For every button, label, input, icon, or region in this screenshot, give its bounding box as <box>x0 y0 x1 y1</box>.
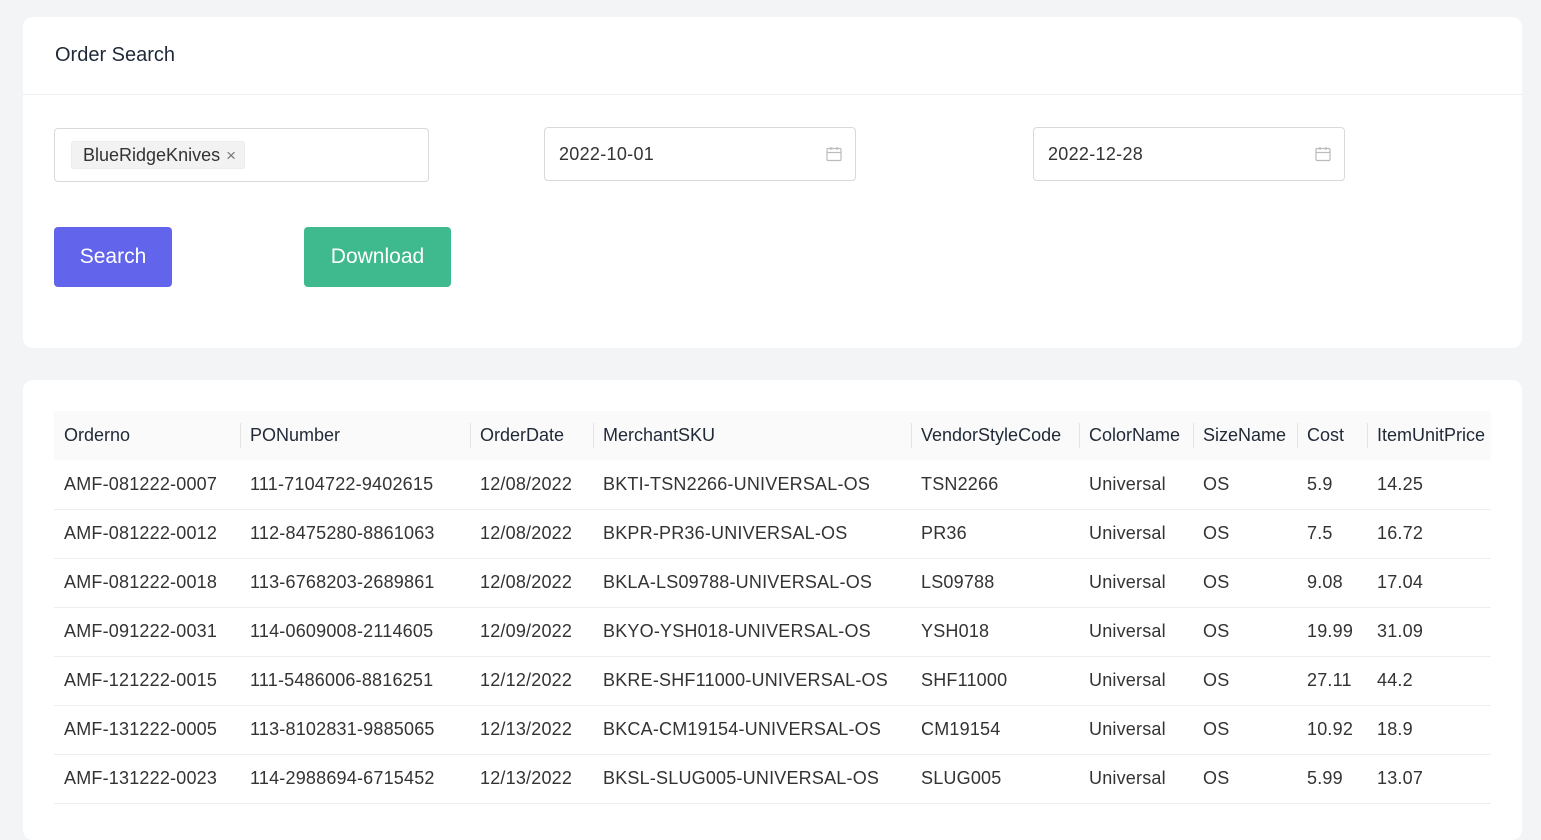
table-cell-orderdate: 12/08/2022 <box>480 572 573 592</box>
table-cell-cost: 5.99 <box>1307 768 1343 788</box>
column-header-orderno[interactable]: Orderno <box>54 411 240 460</box>
column-header-merchantsku[interactable]: MerchantSKU <box>593 411 911 460</box>
table-cell-sizename: OS <box>1203 473 1230 494</box>
column-header-vendorstylecode[interactable]: VendorStyleCode <box>911 411 1079 460</box>
table-cell-vendorstylecode: SHF11000 <box>921 670 1008 690</box>
table-cell-itemunitprice: 14.25 <box>1377 473 1424 494</box>
table-cell-cost: 9.08 <box>1307 572 1343 592</box>
table-cell-colorname: Universal <box>1089 572 1166 592</box>
table-body: AMF-081222-0007 111-7104722-9402615 12/08/… <box>54 460 1491 803</box>
download-button[interactable]: Download <box>304 227 451 287</box>
table-cell-orderno: AMF-081222-0007 <box>64 473 218 494</box>
table-cell-colorname: Universal <box>1089 670 1166 690</box>
table-cell-orderdate: 12/09/2022 <box>480 621 573 641</box>
table-row[interactable]: AMF-091222-0031 114-0609008-2114605 12/09/… <box>54 607 1491 656</box>
table-cell-ponumber: 112-8475280-8861063 <box>250 523 435 543</box>
column-header-colorname[interactable]: ColorName <box>1079 411 1193 460</box>
table-cell-orderdate: 12/13/2022 <box>480 768 573 788</box>
table-cell-orderno: AMF-121222-0015 <box>64 670 218 690</box>
start-date-picker[interactable]: 2022-10-01 <box>544 127 856 181</box>
table-cell-itemunitprice: 13.07 <box>1377 768 1424 788</box>
table-cell-sizename: OS <box>1203 719 1230 739</box>
table-row[interactable]: AMF-121222-0015 111-5486006-8816251 12/12/… <box>54 656 1491 705</box>
calendar-icon[interactable] <box>1314 145 1332 163</box>
table-cell-ponumber: 113-6768203-2689861 <box>250 572 435 592</box>
card-title: Order Search <box>23 17 1522 95</box>
table-cell-ponumber: 114-2988694-6715452 <box>250 768 435 788</box>
store-tag-label: BlueRidgeKnives <box>83 144 221 165</box>
table-cell-sizename: OS <box>1203 670 1230 690</box>
table-cell-colorname: Universal <box>1089 473 1166 494</box>
column-header-orderdate[interactable]: OrderDate <box>470 411 593 460</box>
calendar-icon[interactable] <box>825 145 843 163</box>
table-cell-itemunitprice: 16.72 <box>1377 523 1424 543</box>
table-cell-orderno: AMF-081222-0018 <box>64 572 218 592</box>
tag-close-icon[interactable]: × <box>226 147 236 164</box>
table-cell-vendorstylecode: PR36 <box>921 523 967 543</box>
end-date-value: 2022-12-28 <box>1048 143 1144 164</box>
table-cell-cost: 19.99 <box>1307 621 1354 641</box>
table-cell-merchantsku: BKRE-SHF11000-UNIVERSAL-OS <box>603 670 888 690</box>
store-multiselect[interactable]: BlueRidgeKnives × <box>54 128 429 182</box>
table-cell-orderno: AMF-131222-0005 <box>64 719 218 739</box>
table-cell-colorname: Universal <box>1089 621 1166 641</box>
table-cell-orderno: AMF-081222-0012 <box>64 523 218 543</box>
table-header-row: Orderno PONumber OrderDate MerchantSKU Vendo… <box>54 411 1491 460</box>
table-cell-vendorstylecode: LS09788 <box>921 572 995 592</box>
table-cell-merchantsku: BKTI-TSN2266-UNIVERSAL-OS <box>603 473 871 494</box>
table-cell-vendorstylecode: SLUG005 <box>921 768 1002 788</box>
table-cell-vendorstylecode: YSH018 <box>921 621 990 641</box>
column-header-cost[interactable]: Cost <box>1297 411 1367 460</box>
table-cell-sizename: OS <box>1203 768 1230 788</box>
table-cell-sizename: OS <box>1203 621 1230 641</box>
table-cell-colorname: Universal <box>1089 523 1166 543</box>
results-card: Orderno PONumber OrderDate MerchantSKU Vendo… <box>23 380 1522 840</box>
store-tag: BlueRidgeKnives × <box>71 141 246 169</box>
table-cell-orderno: AMF-091222-0031 <box>64 621 218 641</box>
table-cell-orderdate: 12/08/2022 <box>480 523 573 543</box>
column-header-ponumber[interactable]: PONumber <box>240 411 470 460</box>
orders-table: Orderno PONumber OrderDate MerchantSKU Vendo… <box>54 411 1491 804</box>
table-cell-ponumber: 114-0609008-2114605 <box>250 621 434 641</box>
table-row[interactable]: AMF-081222-0007 111-7104722-9402615 12/08/… <box>54 460 1491 509</box>
table-cell-vendorstylecode: CM19154 <box>921 719 1001 739</box>
table-cell-colorname: Universal <box>1089 719 1166 739</box>
start-date-value: 2022-10-01 <box>559 143 655 164</box>
table-cell-ponumber: 113-8102831-9885065 <box>250 719 435 739</box>
table-cell-cost: 27.11 <box>1307 670 1352 690</box>
table-row[interactable]: AMF-081222-0012 112-8475280-8861063 12/08/… <box>54 509 1491 558</box>
table-cell-cost: 5.9 <box>1307 473 1333 494</box>
table-cell-merchantsku: BKPR-PR36-UNIVERSAL-OS <box>603 523 848 543</box>
order-search-card: Order Search BlueRidgeKnives × 2022-10-0… <box>23 17 1522 348</box>
table-cell-orderdate: 12/08/2022 <box>480 473 573 494</box>
column-header-sizename[interactable]: SizeName <box>1193 411 1297 460</box>
table-row[interactable]: AMF-131222-0023 114-2988694-6715452 12/13/… <box>54 754 1491 803</box>
table-cell-merchantsku: BKSL-SLUG005-UNIVERSAL-OS <box>603 768 880 788</box>
table-cell-orderdate: 12/12/2022 <box>480 670 573 690</box>
table-cell-cost: 7.5 <box>1307 523 1333 543</box>
table-cell-merchantsku: BKCA-CM19154-UNIVERSAL-OS <box>603 719 882 739</box>
table-cell-merchantsku: BKLA-LS09788-UNIVERSAL-OS <box>603 572 873 592</box>
table-cell-itemunitprice: 31.09 <box>1377 621 1424 641</box>
table-cell-ponumber: 111-7104722-9402615 <box>250 473 434 494</box>
table-cell-orderno: AMF-131222-0023 <box>64 768 218 788</box>
table-cell-cost: 10.92 <box>1307 719 1354 739</box>
table-cell-itemunitprice: 18.9 <box>1377 719 1413 739</box>
column-header-itemunitprice[interactable]: ItemUnitPrice <box>1367 411 1491 460</box>
table-cell-itemunitprice: 44.2 <box>1377 670 1413 690</box>
table-cell-merchantsku: BKYO-YSH018-UNIVERSAL-OS <box>603 621 871 641</box>
table-cell-sizename: OS <box>1203 572 1230 592</box>
end-date-picker[interactable]: 2022-12-28 <box>1033 127 1345 181</box>
table-cell-sizename: OS <box>1203 523 1230 543</box>
table-cell-itemunitprice: 17.04 <box>1377 572 1424 592</box>
table-cell-orderdate: 12/13/2022 <box>480 719 573 739</box>
table-cell-colorname: Universal <box>1089 768 1166 788</box>
table-cell-ponumber: 111-5486006-8816251 <box>250 670 434 690</box>
table-row[interactable]: AMF-131222-0005 113-8102831-9885065 12/13/… <box>54 705 1491 754</box>
table-row[interactable]: AMF-081222-0018 113-6768203-2689861 12/08/… <box>54 558 1491 607</box>
table-cell-vendorstylecode: TSN2266 <box>921 473 999 494</box>
search-button[interactable]: Search <box>54 227 172 287</box>
